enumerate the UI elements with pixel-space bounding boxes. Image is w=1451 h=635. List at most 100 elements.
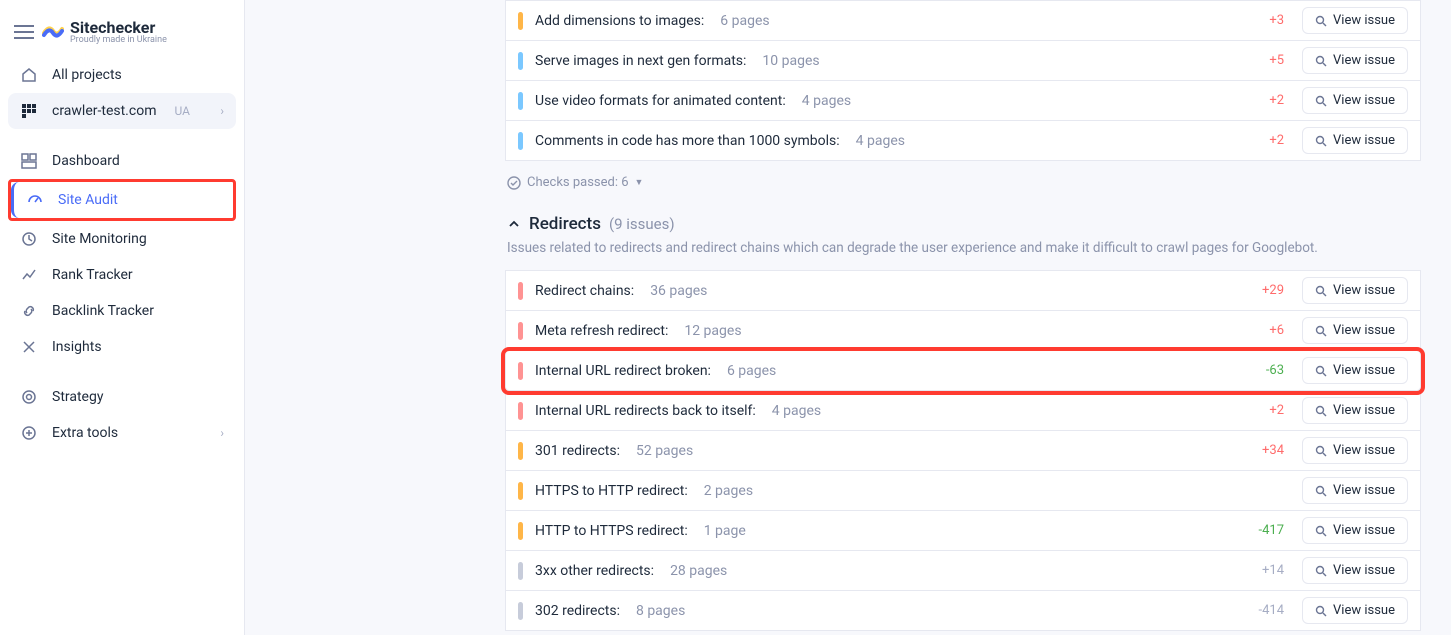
project-icon (20, 103, 38, 119)
sidebar-item-site-monitoring[interactable]: Site Monitoring (8, 221, 236, 257)
logo[interactable]: Sitechecker Proudly made in Ukraine (42, 18, 167, 45)
issue-row[interactable]: 3xx other redirects: 28 pages +14 View issu… (505, 551, 1421, 591)
search-icon (1315, 325, 1327, 337)
check-circle-icon (507, 176, 521, 190)
chevron-right-icon: › (220, 426, 224, 440)
caret-down-icon: ▼ (635, 177, 644, 188)
view-issue-button[interactable]: View issue (1302, 127, 1408, 154)
sidebar-item-extra-tools[interactable]: Extra tools › (8, 415, 236, 451)
severity-indicator (518, 562, 523, 580)
view-issue-button[interactable]: View issue (1302, 397, 1408, 424)
search-icon (1315, 525, 1327, 537)
issue-row[interactable]: 302 redirects:8 pages-414View issue (505, 591, 1421, 631)
issue-list-redirects: Redirect chains:36 pages+29View issueMet… (505, 270, 1421, 631)
issue-row[interactable]: HTTPS to HTTP redirect:2 pagesView issue (505, 471, 1421, 511)
issue-row[interactable]: Redirect chains:36 pages+29View issue (505, 270, 1421, 311)
sidebar-item-site-audit[interactable]: Site Audit (11, 182, 233, 218)
sidebar-item-strategy[interactable]: Strategy (8, 379, 236, 415)
issue-title: HTTPS to HTTP redirect: (535, 483, 688, 499)
issue-row[interactable]: 301 redirects:52 pages+34View issue (505, 431, 1421, 471)
sidebar-item-dashboard[interactable]: Dashboard (8, 143, 236, 179)
issue-delta: +14 (1248, 563, 1284, 578)
project-name: crawler-test.com (52, 103, 156, 119)
issue-row[interactable]: Use video formats for animated content: 4… (505, 81, 1421, 121)
issue-row[interactable]: Internal URL redirects back to itself: 4 … (505, 391, 1421, 431)
issue-pages: 36 pages (650, 283, 707, 299)
view-issue-button[interactable]: View issue (1302, 557, 1408, 584)
category-title: Redirects (529, 214, 601, 234)
view-issue-button[interactable]: View issue (1302, 437, 1408, 464)
target-icon (20, 389, 38, 405)
issue-row[interactable]: Add dimensions to images:6 pages+3View i… (505, 0, 1421, 41)
view-issue-button[interactable]: View issue (1302, 517, 1408, 544)
sidebar-item-label: Strategy (52, 389, 103, 405)
view-issue-label: View issue (1333, 563, 1395, 578)
issue-row[interactable]: Meta refresh redirect:12 pages+6View iss… (505, 311, 1421, 351)
severity-indicator (518, 52, 523, 70)
issue-delta: +34 (1248, 443, 1284, 458)
category-desc: Issues related to redirects and redirect… (507, 240, 1421, 256)
sidebar-item-label: Extra tools (52, 425, 118, 441)
issue-title: 302 redirects: (535, 603, 620, 619)
view-issue-label: View issue (1333, 53, 1395, 68)
issue-delta: +3 (1248, 13, 1284, 28)
view-issue-button[interactable]: View issue (1302, 7, 1408, 34)
sidebar-item-rank-tracker[interactable]: Rank Tracker (8, 257, 236, 293)
view-issue-label: View issue (1333, 13, 1395, 28)
search-icon (1315, 55, 1327, 67)
dashboard-icon (20, 153, 38, 169)
search-icon (1315, 15, 1327, 27)
issue-delta: +2 (1248, 133, 1284, 148)
sidebar-item-label: Backlink Tracker (52, 303, 154, 319)
view-issue-button[interactable]: View issue (1302, 357, 1408, 384)
issue-pages: 4 pages (772, 403, 821, 419)
sidebar-item-project[interactable]: crawler-test.com UA › (8, 93, 236, 129)
view-issue-label: View issue (1333, 283, 1395, 298)
category-header-redirects[interactable]: Redirects (9 issues) (507, 214, 1421, 234)
issue-pages: 52 pages (636, 443, 693, 459)
view-issue-label: View issue (1333, 603, 1395, 618)
view-issue-label: View issue (1333, 403, 1395, 418)
issue-row[interactable]: Serve images in next gen formats:10 page… (505, 41, 1421, 81)
issue-title: Redirect chains: (535, 283, 634, 299)
severity-indicator (518, 12, 523, 30)
logo-icon (42, 23, 64, 41)
issue-title: Use video formats for animated content: (535, 93, 786, 109)
main-content: Add dimensions to images:6 pages+3View i… (245, 0, 1451, 635)
issue-delta: +2 (1248, 93, 1284, 108)
severity-indicator (518, 362, 523, 380)
sidebar-item-backlink-tracker[interactable]: Backlink Tracker (8, 293, 236, 329)
issue-pages: 28 pages (670, 563, 727, 579)
menu-icon[interactable] (14, 25, 34, 39)
severity-indicator (518, 92, 523, 110)
view-issue-label: View issue (1333, 323, 1395, 338)
issue-row[interactable]: HTTP to HTTPS redirect:1 page-417View is… (505, 511, 1421, 551)
issue-row[interactable]: Internal URL redirect broken:6 pages-63V… (505, 351, 1421, 391)
issue-pages: 12 pages (684, 323, 741, 339)
view-issue-button[interactable]: View issue (1302, 477, 1408, 504)
search-icon (1315, 135, 1327, 147)
sidebar-item-label: Rank Tracker (52, 267, 133, 283)
issue-title: 3xx other redirects: (535, 563, 654, 579)
sidebar-item-insights[interactable]: Insights (8, 329, 236, 365)
issue-pages: 4 pages (802, 93, 851, 109)
sidebar: Sitechecker Proudly made in Ukraine All … (0, 0, 245, 635)
checks-passed-top[interactable]: Checks passed: 6 ▼ (507, 175, 1421, 190)
severity-indicator (518, 322, 523, 340)
issue-title: Internal URL redirects back to itself: (535, 403, 756, 419)
severity-indicator (518, 602, 523, 620)
sidebar-item-all-projects[interactable]: All projects (8, 57, 236, 93)
view-issue-label: View issue (1333, 133, 1395, 148)
view-issue-button[interactable]: View issue (1302, 597, 1408, 624)
issue-pages: 10 pages (762, 53, 819, 69)
view-issue-button[interactable]: View issue (1302, 47, 1408, 74)
brand-tagline: Proudly made in Ukraine (70, 35, 167, 45)
view-issue-button[interactable]: View issue (1302, 317, 1408, 344)
search-icon (1315, 605, 1327, 617)
issue-title: HTTP to HTTPS redirect: (535, 523, 688, 539)
category-count: (9 issues) (609, 215, 675, 233)
view-issue-button[interactable]: View issue (1302, 277, 1408, 304)
view-issue-button[interactable]: View issue (1302, 87, 1408, 114)
severity-indicator (518, 402, 523, 420)
issue-row[interactable]: Comments in code has more than 1000 symb… (505, 121, 1421, 161)
